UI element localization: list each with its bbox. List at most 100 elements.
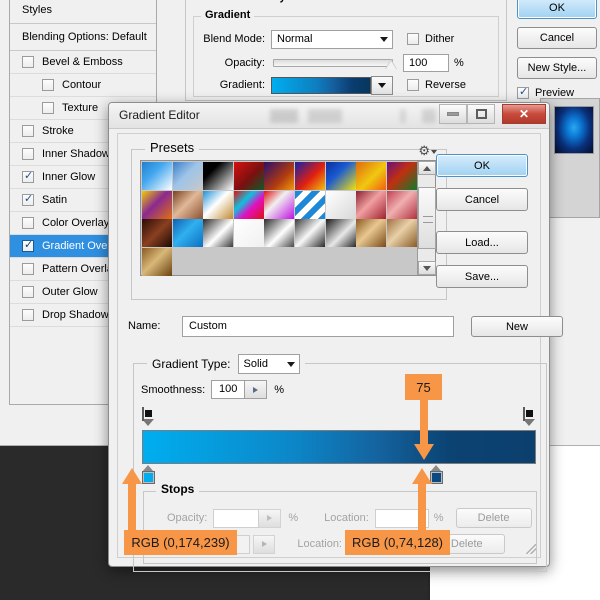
preset-swatch[interactable]	[173, 162, 203, 190]
caret-right-icon	[267, 515, 272, 521]
ge-cancel-button[interactable]: Cancel	[436, 188, 528, 211]
preset-swatch[interactable]	[326, 191, 356, 219]
annotation-location-75: 75	[405, 374, 442, 400]
preset-swatch[interactable]	[142, 191, 172, 219]
preset-swatch[interactable]	[295, 162, 325, 190]
checkbox-icon[interactable]	[22, 309, 34, 321]
checkbox-icon[interactable]	[517, 87, 529, 99]
checkbox-icon[interactable]	[22, 217, 34, 229]
preset-swatch[interactable]	[387, 191, 417, 219]
ok-button[interactable]: OK	[517, 0, 597, 19]
slider-handle[interactable]	[385, 59, 397, 69]
smoothness-value[interactable]: 100	[211, 380, 245, 399]
smoothness-label: Smoothness:	[141, 384, 205, 396]
dither-checkbox[interactable]: Dither	[407, 33, 454, 45]
preset-swatch[interactable]	[203, 219, 233, 247]
preset-swatch[interactable]	[264, 191, 294, 219]
presets-scrollbar[interactable]	[417, 161, 435, 275]
preset-swatch[interactable]	[142, 219, 172, 247]
preset-swatch[interactable]	[264, 162, 294, 190]
ge-ok-button[interactable]: OK	[436, 154, 528, 177]
preset-swatch[interactable]	[234, 219, 264, 247]
preset-swatch[interactable]	[142, 248, 172, 276]
opacity-slider[interactable]	[273, 59, 393, 67]
preset-swatch[interactable]	[234, 162, 264, 190]
minimize-button[interactable]	[439, 104, 467, 124]
gear-icon[interactable]: ⚙	[418, 144, 437, 157]
preset-swatch[interactable]	[356, 191, 386, 219]
checkbox-icon[interactable]	[22, 125, 34, 137]
presets-label: Presets	[145, 140, 199, 155]
reverse-label: Reverse	[425, 79, 466, 91]
checkbox-icon[interactable]	[42, 102, 54, 114]
preset-swatch[interactable]	[234, 191, 264, 219]
gradient-picker-button[interactable]	[371, 76, 393, 95]
checkbox-icon[interactable]	[22, 286, 34, 298]
opacity-stop-swatch	[142, 407, 144, 421]
preset-swatch[interactable]	[264, 219, 294, 247]
checkbox-icon[interactable]	[42, 79, 54, 91]
delete-opacity-stop-button[interactable]: Delete	[456, 508, 532, 528]
checkbox-icon[interactable]	[22, 194, 34, 206]
smoothness-stepper[interactable]	[245, 380, 267, 399]
gradient-preview-strip[interactable]	[142, 430, 536, 464]
new-style-button[interactable]: New Style...	[517, 57, 597, 79]
preset-swatch[interactable]	[295, 219, 325, 247]
scroll-up-button[interactable]	[418, 161, 436, 175]
preset-swatch[interactable]	[203, 191, 233, 219]
gradient-type-select[interactable]: Solid	[238, 354, 300, 374]
style-item-contour[interactable]: Contour	[10, 74, 156, 97]
gradient-preview-bar[interactable]	[271, 77, 371, 94]
scroll-down-button[interactable]	[418, 261, 436, 275]
caret-right-icon	[253, 387, 258, 393]
preset-swatch[interactable]	[356, 162, 386, 190]
arrow-shaft	[128, 484, 136, 530]
stops-opacity-stepper[interactable]	[259, 509, 281, 528]
gradient-editor-titlebar[interactable]: Gradient Editor ✕	[109, 103, 549, 129]
close-button[interactable]: ✕	[502, 104, 546, 124]
arrow-head	[414, 444, 434, 460]
checkbox-icon[interactable]	[22, 263, 34, 275]
checkbox-icon[interactable]	[22, 171, 34, 183]
preset-swatch[interactable]	[326, 219, 356, 247]
checkbox-icon[interactable]	[22, 240, 34, 252]
preset-swatch[interactable]	[387, 162, 417, 190]
maximize-button[interactable]	[467, 104, 495, 124]
preset-swatch[interactable]	[173, 191, 203, 219]
preset-swatch[interactable]	[387, 219, 417, 247]
opacity-unit: %	[454, 57, 464, 69]
checkbox-icon[interactable]	[407, 33, 419, 45]
opacity-label: Opacity:	[199, 57, 265, 69]
preset-swatch[interactable]	[326, 162, 356, 190]
gradient-group-title: Gradient	[201, 9, 254, 21]
blend-mode-row: Blend Mode: Normal Dither	[199, 29, 493, 49]
checkbox-icon[interactable]	[407, 79, 419, 91]
ge-save-button[interactable]: Save...	[436, 265, 528, 288]
reverse-checkbox[interactable]: Reverse	[407, 79, 466, 91]
checkbox-icon[interactable]	[22, 148, 34, 160]
blend-mode-select[interactable]: Normal	[271, 30, 393, 49]
stops-opacity-input[interactable]	[213, 509, 259, 528]
presets-grid[interactable]	[141, 161, 417, 275]
opacity-stop-end[interactable]	[523, 408, 536, 426]
resize-grip-icon[interactable]	[526, 544, 536, 554]
opacity-value[interactable]: 100	[403, 54, 449, 72]
preset-swatch[interactable]	[356, 219, 386, 247]
cancel-button[interactable]: Cancel	[517, 27, 597, 49]
gradient-editor-buttons: OK Cancel Load... Save...	[436, 154, 528, 299]
opacity-stop-start[interactable]	[142, 408, 155, 426]
style-item-bevel-emboss[interactable]: Bevel & Emboss	[10, 51, 156, 74]
new-preset-button[interactable]: New	[471, 316, 563, 337]
scrollbar-thumb[interactable]	[418, 187, 436, 249]
arrow-shaft	[420, 400, 428, 444]
stops-color-stepper[interactable]	[253, 535, 275, 554]
style-item-label: Bevel & Emboss	[42, 51, 123, 74]
blending-options-row[interactable]: Blending Options: Default	[10, 24, 156, 51]
preset-swatch[interactable]	[203, 162, 233, 190]
ge-load-button[interactable]: Load...	[436, 231, 528, 254]
name-input[interactable]: Custom	[182, 316, 454, 337]
preset-swatch[interactable]	[173, 219, 203, 247]
preset-swatch[interactable]	[295, 191, 325, 219]
checkbox-icon[interactable]	[22, 56, 34, 68]
preset-swatch[interactable]	[142, 162, 172, 190]
